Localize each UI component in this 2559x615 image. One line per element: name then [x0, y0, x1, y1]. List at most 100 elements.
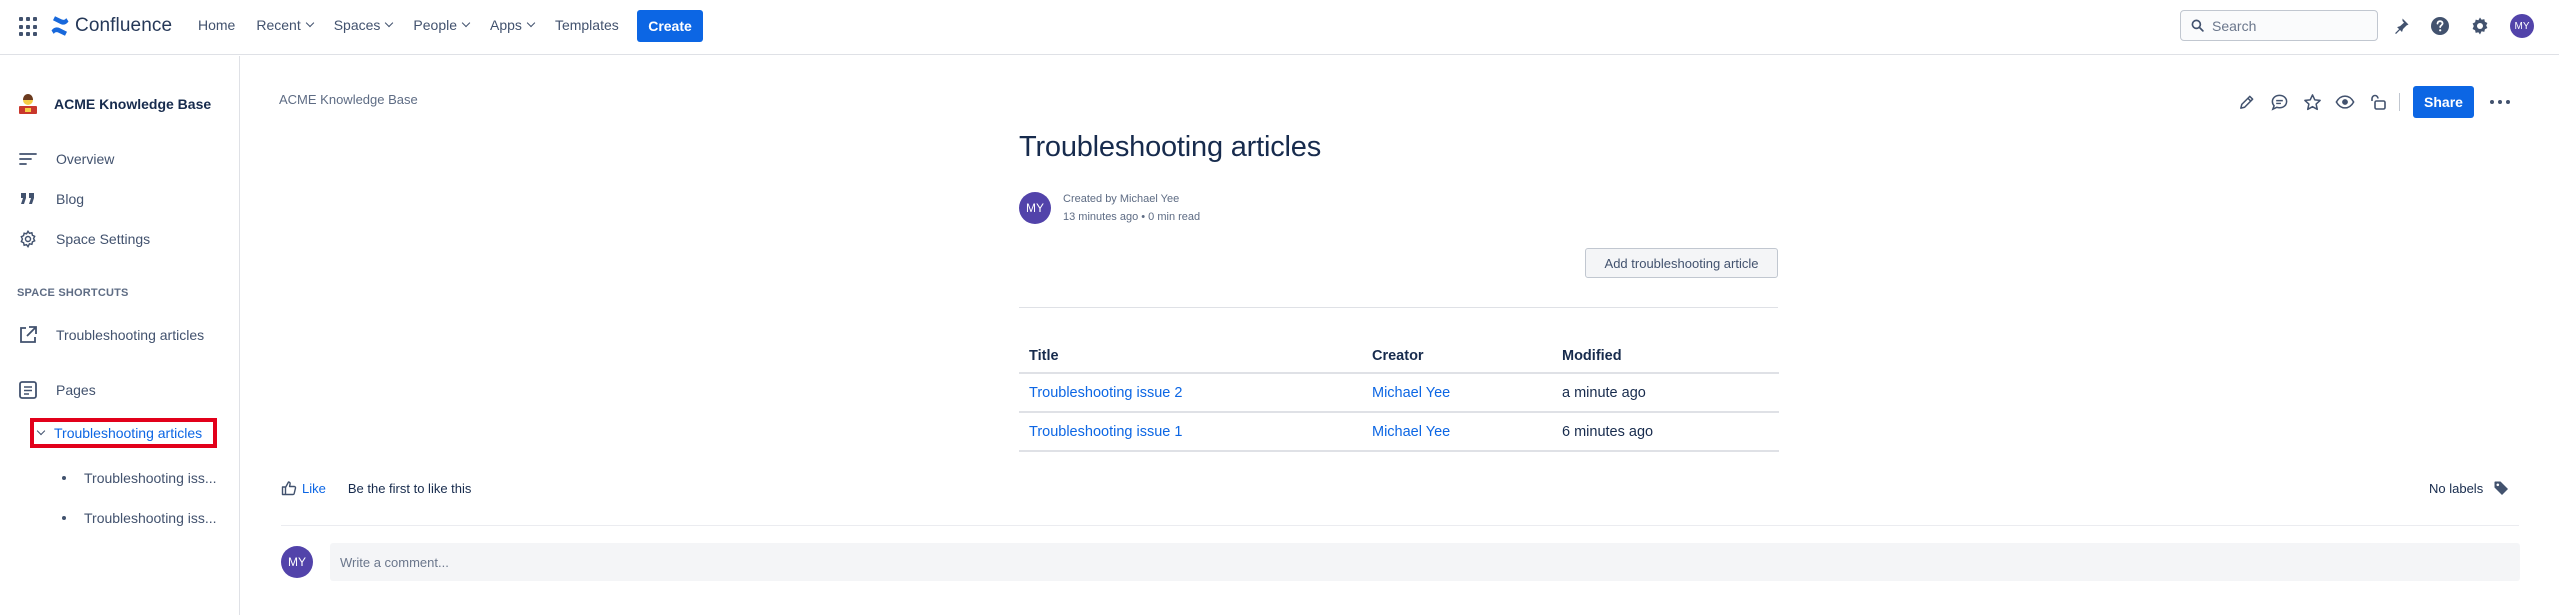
- nav-home[interactable]: Home: [198, 17, 235, 33]
- space-avatar-icon: [19, 94, 37, 114]
- page-meta: 13 minutes ago • 0 min read: [1063, 211, 1201, 223]
- page-title: Troubleshooting articles: [1019, 131, 1322, 163]
- gear-icon: [17, 228, 39, 250]
- confluence-logo[interactable]: Confluence: [50, 15, 172, 37]
- nav-label: Apps: [490, 17, 522, 33]
- search-box[interactable]: [2180, 10, 2378, 41]
- space-name: ACME Knowledge Base: [54, 96, 212, 112]
- blog-quote-icon: [17, 188, 39, 210]
- space-header[interactable]: ACME Knowledge Base: [17, 92, 211, 116]
- chevron-down-icon: [526, 18, 536, 28]
- shortcut-label: Troubleshooting articles: [56, 327, 205, 343]
- tree-item-child[interactable]: Troubleshooting iss...: [62, 470, 217, 486]
- external-link-icon: [17, 324, 39, 346]
- primary-nav: Home Recent Spaces People Apps Templates: [198, 17, 640, 33]
- modified-cell: a minute ago: [1552, 373, 1779, 413]
- like-button[interactable]: Like: [281, 480, 326, 496]
- tree-item-troubleshooting-articles[interactable]: Troubleshooting articles: [30, 418, 217, 448]
- nav-label: People: [413, 17, 458, 33]
- sidebar-item-space-settings[interactable]: Space Settings: [17, 228, 150, 250]
- chevron-down-icon: [461, 18, 471, 28]
- toolbar-divider: [2399, 93, 2400, 111]
- article-title-link[interactable]: Troubleshooting issue 2: [1029, 385, 1182, 401]
- tag-icon[interactable]: [2493, 480, 2509, 496]
- sidebar-item-label: Space Settings: [56, 231, 151, 247]
- tree-item-label: Troubleshooting iss...: [84, 510, 217, 526]
- articles-table: Title Creator Modified Troubleshooting i…: [1019, 340, 1779, 452]
- help-icon[interactable]: [2428, 14, 2452, 38]
- chevron-down-icon[interactable]: [36, 426, 46, 436]
- settings-icon[interactable]: [2468, 14, 2492, 38]
- star-icon[interactable]: [2300, 90, 2324, 114]
- chevron-down-icon: [385, 18, 394, 28]
- comment-icon[interactable]: [2267, 90, 2291, 114]
- table-row: Troubleshooting issue 1 Michael Yee 6 mi…: [1019, 412, 1779, 452]
- bullet-icon: [62, 476, 66, 480]
- sidebar-item-label: Overview: [56, 151, 115, 167]
- share-button[interactable]: Share: [2413, 86, 2474, 118]
- divider: [1019, 307, 1778, 308]
- creator-link[interactable]: Michael Yee: [1372, 385, 1450, 401]
- more-actions-icon[interactable]: [2490, 100, 2510, 104]
- byline-text: Created by Michael Yee 13 minutes ago • …: [1063, 190, 1200, 226]
- like-row: Like Be the first to like this: [281, 480, 471, 496]
- page-actions: Share: [2234, 86, 2510, 118]
- no-labels-text: No labels: [2429, 480, 2484, 496]
- page-byline: MY Created by Michael Yee 13 minutes ago…: [1019, 190, 1200, 226]
- watch-eye-icon[interactable]: [2333, 90, 2357, 114]
- nav-recent[interactable]: Recent: [256, 17, 314, 33]
- comment-row: MY: [281, 543, 2520, 581]
- article-title-link[interactable]: Troubleshooting issue 1: [1029, 424, 1182, 440]
- create-button[interactable]: Create: [637, 10, 703, 42]
- shortcut-troubleshooting-articles[interactable]: Troubleshooting articles: [17, 324, 204, 346]
- nav-templates[interactable]: Templates: [555, 17, 619, 33]
- table-header-row: Title Creator Modified: [1019, 340, 1779, 374]
- overview-icon: [17, 148, 39, 170]
- thumbs-up-icon: [281, 481, 297, 496]
- nav-label: Spaces: [333, 17, 381, 33]
- table-row: Troubleshooting issue 2 Michael Yee a mi…: [1019, 373, 1779, 413]
- creator-link[interactable]: Michael Yee: [1372, 424, 1450, 440]
- nav-spaces[interactable]: Spaces: [333, 17, 394, 33]
- pages-icon: [17, 379, 39, 401]
- bullet-icon: [62, 516, 66, 520]
- edit-pencil-icon[interactable]: [2234, 90, 2258, 114]
- tree-item-child[interactable]: Troubleshooting iss...: [62, 510, 217, 526]
- nav-label: Home: [198, 17, 236, 33]
- labels-area: No labels: [2429, 480, 2509, 496]
- nav-apps[interactable]: Apps: [490, 17, 536, 33]
- space-shortcuts-heading: SPACE SHORTCUTS: [17, 287, 129, 299]
- top-navigation: Confluence Home Recent Spaces People App…: [0, 0, 2559, 55]
- user-avatar[interactable]: MY: [2510, 14, 2534, 38]
- created-by[interactable]: Created by Michael Yee: [1063, 190, 1200, 208]
- breadcrumb[interactable]: ACME Knowledge Base: [279, 92, 418, 107]
- logo-text: Confluence: [75, 15, 173, 36]
- notifications-icon[interactable]: [2389, 14, 2413, 38]
- sidebar-item-overview[interactable]: Overview: [17, 148, 114, 170]
- like-label: Like: [302, 480, 326, 496]
- nav-label: Recent: [256, 17, 301, 33]
- confluence-logo-icon: [51, 16, 69, 36]
- divider: [281, 525, 2519, 526]
- nav-label: Templates: [554, 17, 619, 33]
- search-input[interactable]: [2212, 17, 2362, 34]
- nav-people[interactable]: People: [413, 17, 471, 33]
- modified-cell: 6 minutes ago: [1552, 412, 1779, 452]
- author-avatar[interactable]: MY: [1019, 192, 1051, 224]
- add-troubleshooting-article-button[interactable]: Add troubleshooting article: [1585, 248, 1778, 278]
- tree-item-label: Troubleshooting articles: [54, 425, 203, 441]
- comment-input[interactable]: [330, 543, 2520, 581]
- sidebar-item-pages[interactable]: Pages: [17, 379, 96, 401]
- search-icon: [2191, 19, 2204, 32]
- unlock-restrictions-icon[interactable]: [2366, 90, 2390, 114]
- tree-item-label: Troubleshooting iss...: [84, 470, 217, 486]
- column-header-creator[interactable]: Creator: [1362, 340, 1552, 374]
- space-sidebar: ACME Knowledge Base Overview Blog Space …: [0, 56, 240, 615]
- app-switcher-icon[interactable]: [19, 17, 39, 37]
- chevron-down-icon: [305, 18, 314, 28]
- column-header-modified[interactable]: Modified: [1552, 340, 1779, 374]
- commenter-avatar[interactable]: MY: [281, 546, 313, 578]
- sidebar-item-blog[interactable]: Blog: [17, 188, 84, 210]
- like-hint: Be the first to like this: [347, 480, 472, 496]
- column-header-title[interactable]: Title: [1019, 340, 1362, 374]
